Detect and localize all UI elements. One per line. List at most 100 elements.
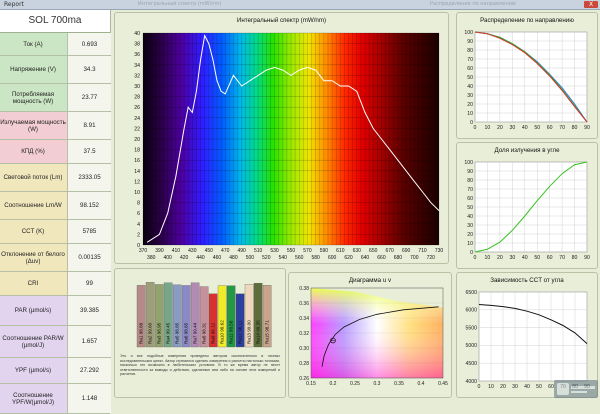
x-tick-label: 380 [147,255,156,261]
y-tick-label: 20 [134,137,140,143]
x-tick-label: 0.25 [350,381,360,387]
y-tick-label: 0.30 [299,346,309,352]
param-value: 1.148 [67,384,111,413]
y-tick-label: 10 [467,111,473,117]
y-tick-label: 60 [467,196,473,202]
directional-panel: Распределение по направлению 0 10 20 30 40 50… [456,12,598,139]
param-value: 34.3 [67,56,111,83]
cri-bar-label: Ra14 99.35 [256,320,261,344]
x-tick-label: 430 [188,248,197,254]
cct-chart: 4000450050005500600065000102030405060708… [465,290,590,390]
x-tick-label: 60 [547,255,553,261]
y-tick-label: 40 [134,31,140,37]
param-label: Напряжение (V) [10,66,56,73]
cri-bar-label: Ra6 98.65 [184,322,189,344]
y-tick-label: 10 [467,241,473,247]
ghost-tab-right: Распределение по направлению [430,1,517,7]
y-tick-label: 0.34 [299,316,309,322]
y-tick-label: 40 [467,84,473,90]
y-tick-label: 14 [134,169,140,175]
param-row: Соотношение Lm/W 98.152 [0,192,111,220]
x-tick-label: 80 [572,255,578,261]
x-tick-label: 590 [320,248,329,254]
cri-bar-label: Ra10 98.62 [220,320,225,344]
x-tick-label: 680 [394,255,403,261]
y-tick-label: 20 [467,232,473,238]
y-tick-label: 100 [464,160,473,166]
x-tick-label: 0.35 [394,381,404,387]
param-value: 99 [67,272,111,295]
x-tick-label: 530 [270,248,279,254]
param-label: Ток (A) [23,40,43,48]
x-tick-label: 700 [410,255,419,261]
y-tick-label: 30 [134,84,140,90]
x-tick-label: 0.45 [438,381,448,387]
x-tick-label: 0.3 [374,381,381,387]
x-tick-label: 490 [237,248,246,254]
y-tick-label: 4000 [465,379,477,385]
window-title: Report [4,1,24,8]
param-value: 2333.05 [67,164,111,191]
y-tick-label: 34 [134,63,140,69]
x-tick-label: 630 [353,248,362,254]
y-tick-label: 10 [134,190,140,196]
x-tick-label: 50 [534,255,540,261]
y-tick-label: 70 [467,57,473,63]
x-tick-label: 420 [180,255,189,261]
x-tick-label: 0 [474,125,477,131]
y-tick-label: 16 [134,158,140,164]
cri-bar-label: Ra9 96.12 [211,322,216,344]
y-tick-label: 60 [467,66,473,72]
x-tick-label: 50 [534,125,540,131]
x-tick-label: 60 [547,125,553,131]
y-tick-label: 6000 [465,308,477,314]
param-label: Соотношение PAR/W (µmol/J) [2,334,64,349]
y-tick-label: 12 [134,179,140,185]
param-value: 8.91 [67,112,111,139]
uv-panel: Диаграмма u v 0.26 0.28 0.30 0.32 0.34 0.36 0.… [288,272,452,398]
y-tick-label: 30 [467,223,473,229]
x-tick-label: 10 [485,255,491,261]
x-tick-label: 670 [385,248,394,254]
fraction-chart: 01020304050607080901000 10 20 30 40 50 60 70 80 9… [464,160,590,261]
y-tick-label: 28 [134,95,140,101]
x-tick-label: 90 [584,255,590,261]
param-label: Соотношение Lm/W [4,202,62,209]
x-tick-label: 10 [485,125,491,131]
directional-chart: 01020304050607080901000 10 20 30 40 50 60 70 80 9… [464,30,590,131]
x-tick-label: 30 [509,255,515,261]
x-tick-label: 610 [336,248,345,254]
x-tick-label: 20 [500,384,506,390]
y-tick-label: 90 [467,169,473,175]
x-tick-label: 20 [497,125,503,131]
param-label: CRI [27,280,39,287]
param-value: 23.77 [67,84,111,111]
param-row: Потребляемая мощность (W) 23.77 [0,84,111,112]
spectrum-panel: Интегральный спектр (mW/nm) 0 2 4 6 8 10 12 14 1… [114,12,449,264]
y-tick-label: 80 [467,48,473,54]
param-value: 98.152 [67,192,111,219]
param-row: Ток (A) 0.693 [0,33,111,56]
cri-bar-label: Ra7 99.44 [193,322,198,344]
y-tick-label: 6500 [465,290,477,296]
y-tick-label: 70 [467,187,473,193]
x-tick-label: 720 [427,255,436,261]
close-button[interactable]: X [584,1,598,8]
cri-bar-label: Ra8 98.31 [202,322,207,344]
y-tick-label: 8 [137,201,140,207]
x-tick-label: 40 [524,384,530,390]
x-tick-label: 650 [369,248,378,254]
x-tick-label: 50 [536,384,542,390]
param-row: Соотношение YPF/W(µmol/J) 1.148 [0,384,111,414]
y-tick-label: 4500 [465,361,477,367]
param-row: CRI 99 [0,272,111,296]
x-tick-label: 580 [311,255,320,261]
spectrum-chart: 0246810121416182022242628303234363840370… [134,31,443,261]
x-tick-label: 40 [522,125,528,131]
x-tick-label: 440 [196,255,205,261]
param-label: Световой поток (Lm) [3,174,63,181]
fraction-panel: Доля излучения в угле 0 10 20 30 40 50 60 70 80 9… [456,142,598,269]
param-row: Напряжение (V) 34.3 [0,56,111,84]
y-tick-label: 22 [134,126,140,132]
window-titlebar: Report Интегральный спектр (mW/nm) Распр… [0,0,600,10]
